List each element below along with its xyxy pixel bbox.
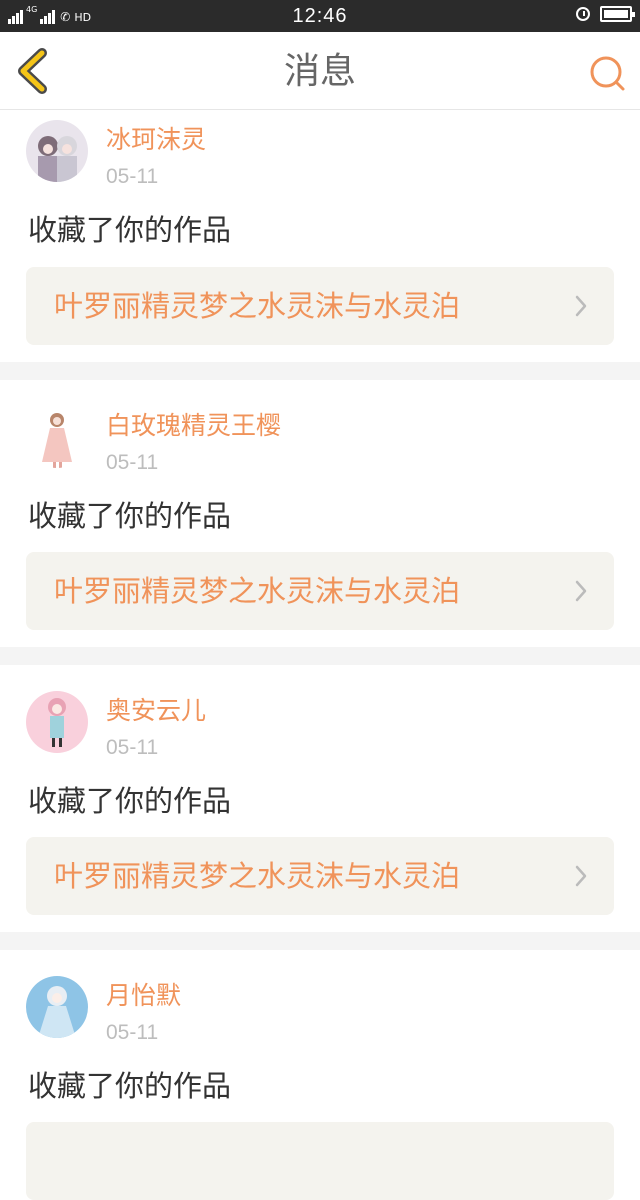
work-link[interactable]: 叶罗丽精灵梦之水灵沫与水灵泊	[26, 552, 614, 630]
message-card: 月怡默 05-11 收藏了你的作品	[0, 950, 640, 1200]
work-title: 叶罗丽精灵梦之水灵沫与水灵泊	[54, 289, 461, 323]
search-icon	[590, 56, 625, 91]
chevron-right-icon	[575, 865, 587, 887]
work-link[interactable]: 叶罗丽精灵梦之水灵沫与水灵泊	[26, 267, 614, 345]
action-text: 收藏了你的作品	[28, 213, 232, 247]
work-title: 叶罗丽精灵梦之水灵沫与水灵泊	[54, 859, 461, 893]
status-bar: 4G ✆ HD 12:46	[0, 0, 640, 32]
avatar[interactable]	[26, 406, 88, 468]
username[interactable]: 白玫瑰精灵王樱	[106, 411, 281, 441]
work-title: 叶罗丽精灵梦之水灵沫与水灵泊	[54, 574, 461, 608]
action-text: 收藏了你的作品	[28, 499, 232, 533]
avatar[interactable]	[26, 120, 88, 182]
work-link[interactable]	[26, 1122, 614, 1200]
divider	[0, 932, 640, 950]
action-text: 收藏了你的作品	[28, 784, 232, 818]
username[interactable]: 奥安云儿	[106, 696, 206, 726]
message-date: 05-11	[106, 736, 159, 759]
status-time: 12:46	[292, 5, 348, 27]
avatar[interactable]	[26, 691, 88, 753]
action-text: 收藏了你的作品	[28, 1069, 232, 1103]
message-date: 05-11	[106, 165, 159, 188]
message-list: 冰珂沫灵 05-11 收藏了你的作品 叶罗丽精灵梦之水灵沫与水灵泊 白玫瑰精灵王…	[0, 110, 640, 1200]
message-date: 05-11	[106, 1021, 159, 1044]
work-link[interactable]: 叶罗丽精灵梦之水灵沫与水灵泊	[26, 837, 614, 915]
message-card: 冰珂沫灵 05-11 收藏了你的作品 叶罗丽精灵梦之水灵沫与水灵泊	[0, 110, 640, 362]
username[interactable]: 月怡默	[106, 981, 181, 1011]
page-title: 消息	[283, 51, 356, 92]
battery-icon	[600, 6, 635, 22]
app-header: 消息	[0, 32, 640, 110]
chevron-right-icon	[575, 580, 587, 602]
username[interactable]: 冰珂沫灵	[106, 125, 206, 155]
search-button[interactable]	[588, 54, 626, 92]
avatar[interactable]	[26, 976, 88, 1038]
message-card: 白玫瑰精灵王樱 05-11 收藏了你的作品 叶罗丽精灵梦之水灵沫与水灵泊	[0, 380, 640, 647]
alarm-icon	[576, 7, 590, 21]
divider	[0, 362, 640, 380]
message-date: 05-11	[106, 451, 159, 474]
message-card: 奥安云儿 05-11 收藏了你的作品 叶罗丽精灵梦之水灵沫与水灵泊	[0, 665, 640, 932]
divider	[0, 647, 640, 665]
chevron-right-icon	[575, 295, 587, 317]
